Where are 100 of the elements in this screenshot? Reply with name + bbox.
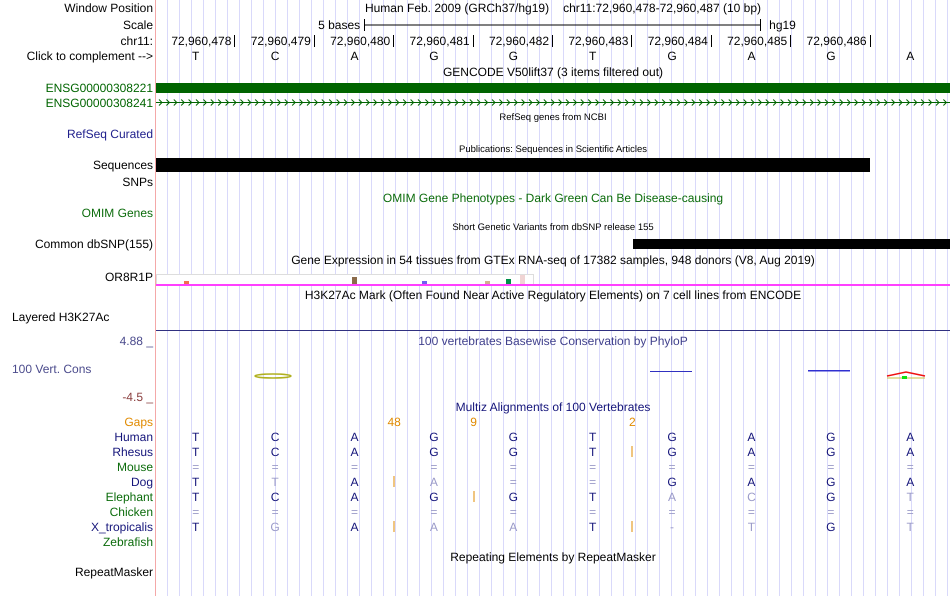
- aligned-base: T: [192, 446, 200, 458]
- track-label: OR8R1P: [104, 271, 153, 283]
- scale-length: 5 bases: [318, 18, 360, 30]
- species-label: Mouse: [116, 460, 153, 472]
- gap-count: 9: [470, 416, 477, 428]
- position-label: 72,960,480: [330, 34, 394, 46]
- aligned-base: T: [588, 520, 596, 532]
- track-label: RefSeq Curated: [66, 128, 153, 140]
- sequence-base[interactable]: A: [906, 50, 914, 62]
- conservation-mark: [808, 370, 850, 372]
- aligned-base: T: [192, 430, 200, 442]
- aligned-base: G: [429, 446, 439, 458]
- position-label: 72,960,478: [171, 34, 236, 46]
- aligned-base: G: [429, 490, 439, 502]
- gene-feature-bar[interactable]: [156, 82, 950, 92]
- track-title: GENCODE V50lift37 (3 items filtered out): [442, 66, 664, 78]
- sequence-base[interactable]: G: [826, 50, 836, 62]
- assembly-title: Human Feb. 2009 (GRCh37/hg19): [364, 2, 550, 14]
- track-title: Gene Expression in 54 tissues from GTEx RNA-seq of 17382 samples, 948 donors (V8, Aug 2019): [291, 254, 815, 266]
- sequence-base[interactable]: A: [747, 50, 756, 62]
- aligned-base: A: [747, 446, 756, 458]
- aligned-base: A: [747, 430, 756, 442]
- position-range: chr11:72,960,478-72,960,487 (10 bp): [563, 2, 762, 14]
- position-label: 72,960,481: [410, 34, 474, 46]
- sequence-base[interactable]: C: [270, 50, 280, 62]
- aligned-base: T: [588, 446, 596, 458]
- aligned-base: C: [270, 490, 280, 502]
- position-label: 72,960,479: [250, 34, 315, 46]
- insertion-marker: [394, 476, 395, 487]
- sequence-base[interactable]: G: [667, 50, 677, 62]
- position-label: 72,960,485: [727, 34, 792, 46]
- aligned-base: C: [747, 490, 756, 502]
- aligned-base: =: [272, 460, 279, 472]
- track-title: RefSeq genes from NCBI: [499, 113, 607, 123]
- aligned-base: A: [430, 520, 438, 532]
- aligned-base: T: [906, 520, 914, 532]
- species-label: Dog: [130, 476, 153, 488]
- sequence-base[interactable]: A: [350, 50, 358, 62]
- aligned-base: =: [748, 506, 755, 518]
- aligned-base: =: [350, 506, 358, 518]
- aligned-base: =: [906, 506, 914, 518]
- species-label: X_tropicalis: [90, 520, 153, 532]
- aligned-base: G: [429, 430, 439, 442]
- conservation-mark: [650, 371, 692, 372]
- track-label: Common dbSNP(155): [34, 238, 153, 250]
- species-label: Rhesus: [112, 446, 153, 458]
- aligned-base: A: [350, 446, 358, 458]
- track-title: Repeating Elements by RepeatMasker: [450, 550, 656, 562]
- aligned-base: A: [350, 520, 358, 532]
- aligned-base: A: [509, 520, 518, 532]
- aligned-base: =: [510, 476, 517, 488]
- aligned-base: =: [668, 460, 676, 472]
- expression-bars-drawing[interactable]: [156, 274, 536, 284]
- aligned-base: G: [667, 430, 677, 442]
- aligned-base: =: [192, 506, 200, 518]
- track-label: Layered H3K27Ac: [12, 310, 110, 324]
- track-label: 100 Vert. Cons: [12, 362, 92, 376]
- species-label: Zebrafish: [102, 536, 153, 548]
- aligned-base: T: [192, 520, 200, 532]
- track-title: Multiz Alignments of 100 Vertebrates: [456, 401, 650, 413]
- aligned-base: A: [350, 490, 358, 502]
- aligned-base: -: [670, 520, 674, 532]
- track-label: OMIM Genes: [82, 206, 153, 218]
- position-label: 72,960,486: [806, 34, 871, 46]
- aligned-base: =: [827, 460, 834, 472]
- aligned-base: T: [271, 476, 279, 488]
- scale-assembly: hg19: [769, 18, 796, 30]
- insertion-marker: [473, 491, 474, 502]
- aligned-base: =: [192, 460, 200, 472]
- sequence-base[interactable]: G: [429, 50, 439, 62]
- insertion-marker: [394, 521, 395, 532]
- species-label: Human: [114, 430, 153, 442]
- aligned-base: T: [588, 430, 596, 442]
- aligned-base: =: [827, 506, 834, 518]
- aligned-base: =: [589, 476, 596, 488]
- aligned-base: G: [826, 446, 836, 458]
- track-label: chr11:: [120, 34, 153, 46]
- aligned-base: =: [589, 506, 596, 518]
- conservation-mark: [254, 373, 292, 379]
- position-label: 72,960,484: [648, 34, 712, 46]
- aligned-base: G: [826, 520, 836, 532]
- species-label: Elephant: [106, 490, 153, 502]
- track-title: Short Genetic Variants from dbSNP release 155: [452, 223, 654, 233]
- sequence-base[interactable]: T: [589, 50, 596, 62]
- gene-strand-drawing[interactable]: [156, 99, 950, 106]
- aligned-base: =: [668, 506, 676, 518]
- gene-label: ENSG00000308221: [46, 82, 153, 94]
- insertion-marker: [632, 521, 633, 532]
- aligned-base: A: [350, 430, 358, 442]
- track-label: Scale: [122, 18, 153, 30]
- aligned-base: =: [430, 460, 438, 472]
- aligned-base: G: [508, 446, 518, 458]
- conservation-mark: [886, 371, 926, 379]
- variant-feature-bar[interactable]: [633, 238, 950, 248]
- sequence-base[interactable]: T: [192, 50, 200, 62]
- sequence-base[interactable]: G: [508, 50, 518, 62]
- aligned-base: A: [430, 476, 438, 488]
- aligned-base: G: [667, 476, 677, 488]
- axis-min-label: -4.5 _: [122, 391, 153, 403]
- insertion-marker: [632, 446, 633, 457]
